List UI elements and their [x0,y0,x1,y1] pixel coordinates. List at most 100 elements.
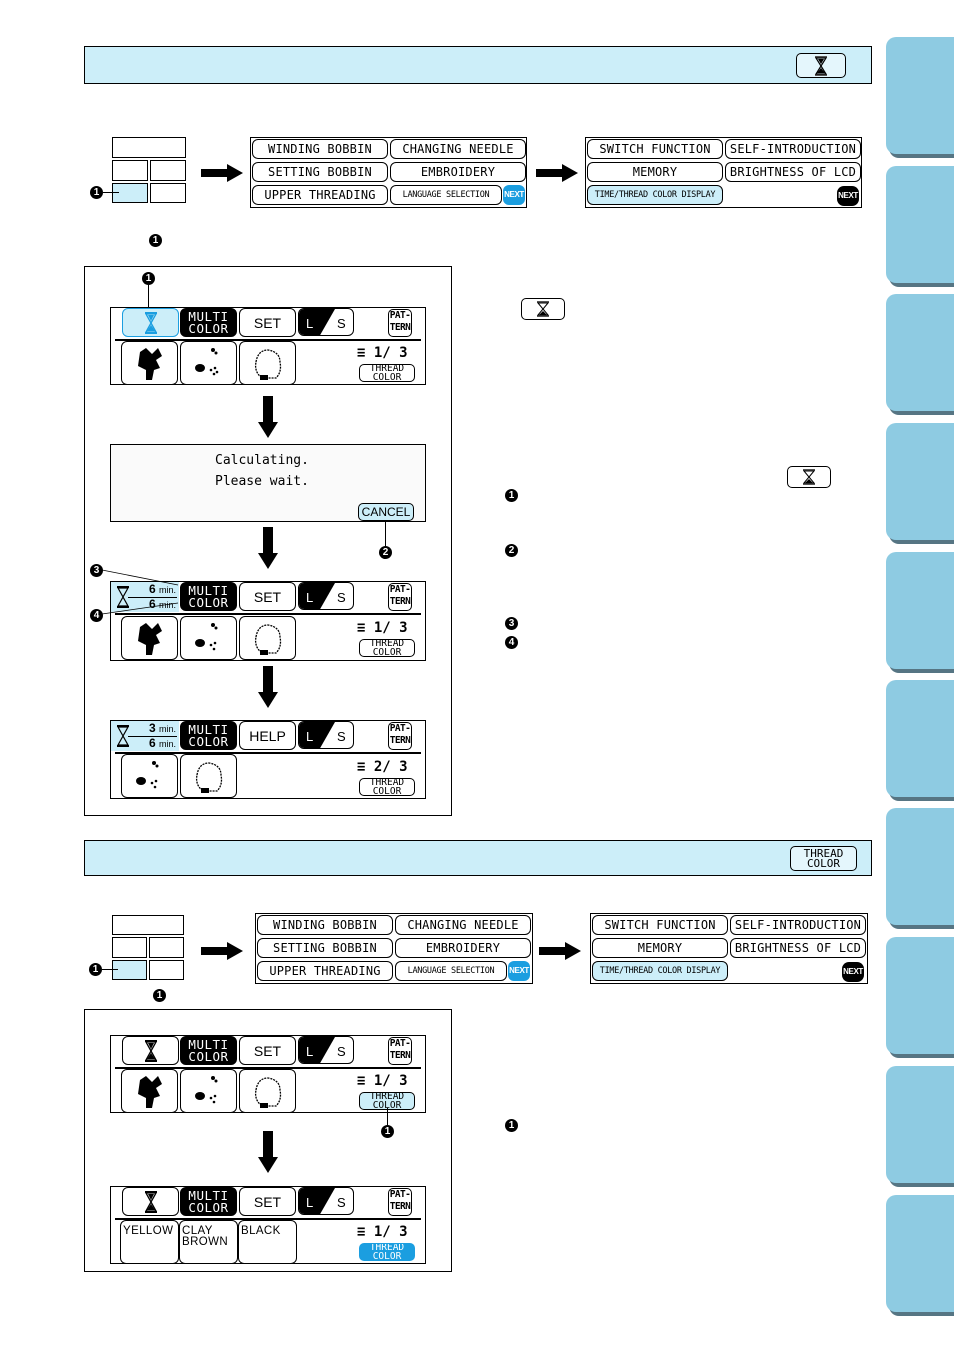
spool-icon: ≡ [357,345,366,361]
multi-color-button[interactable]: MULTI COLOR [180,582,237,611]
spool-icon: ≡ [357,1224,366,1240]
multi-color-button[interactable]: MULTI COLOR [180,1187,237,1216]
side-tab-1[interactable] [886,37,954,154]
pattern-button[interactable]: PAT- TERN [388,583,412,611]
pattern-part-2[interactable] [180,1069,237,1113]
key-cell-settings-highlighted[interactable] [112,960,147,980]
size-toggle-l-s[interactable]: LS [298,1036,354,1064]
next-page-button[interactable]: NEXT [842,962,864,982]
side-tab-5[interactable] [886,552,954,669]
callout-4: 4 [505,636,518,649]
thread-color-button[interactable]: THREAD COLOR [359,364,415,382]
svg-text:L: L [306,316,313,331]
menu-item-upper-threading[interactable]: UPPER THREADING [252,185,388,205]
menu-item-self-introduction[interactable]: SELF-INTRODUCTION [730,915,866,935]
thread-color-button[interactable]: THREAD COLOR [359,778,415,796]
thread-color-clay-brown[interactable]: CLAY BROWN [179,1220,238,1264]
thread-color-button-active[interactable]: THREAD COLOR [359,1243,415,1261]
menu-item-brightness-of-lcd[interactable]: BRIGHTNESS OF LCD [725,162,861,182]
multi-color-button[interactable]: MULTI COLOR [180,1036,237,1065]
thread-color-black[interactable]: BLACK [238,1220,297,1264]
menu-item-memory[interactable]: MEMORY [587,162,723,182]
menu-item-setting-bobbin[interactable]: SETTING BOBBIN [252,162,388,182]
menu-item-self-introduction[interactable]: SELF-INTRODUCTION [725,139,861,159]
size-toggle-l-s[interactable]: LS [298,308,354,336]
side-tab-4[interactable] [886,423,954,540]
menu-item-winding-bobbin[interactable]: WINDING BOBBIN [257,915,393,935]
time-button[interactable] [122,1036,179,1065]
set-button[interactable]: SET [239,1036,296,1065]
lcd-screen-initial: MULTI COLOR SET LS PAT- TERN ≡ 1/ 3 THREAD… [110,307,426,385]
time-remaining: 3 min. [149,721,177,735]
pattern-button[interactable]: PAT- TERN [388,1188,412,1216]
side-tab-8[interactable] [886,937,954,1054]
svg-text:L: L [306,590,313,605]
menu-item-changing-needle[interactable]: CHANGING NEEDLE [395,915,531,935]
time-button-selected[interactable] [122,308,179,337]
arrow-right-icon [201,164,243,182]
thread-color-button[interactable]: THREAD COLOR [359,639,415,657]
color-label: COLOR [806,856,841,870]
color-label: COLOR [188,734,229,749]
menu-item-language-selection[interactable]: LANGUAGE SELECTION [390,185,502,205]
next-page-button[interactable]: NEXT [508,961,530,981]
menu-item-memory[interactable]: MEMORY [592,938,728,958]
menu-item-embroidery[interactable]: EMBROIDERY [395,938,531,958]
counter-value: 1/ 3 [373,1224,408,1240]
menu-item-changing-needle[interactable]: CHANGING NEEDLE [390,139,526,159]
pattern-part-2[interactable] [180,341,237,385]
key-cell-settings-highlighted[interactable] [112,183,148,203]
multi-color-button[interactable]: MULTI COLOR [180,308,237,337]
pattern-button[interactable]: PAT- TERN [388,309,412,337]
spool-icon: ≡ [357,620,366,636]
menu-item-setting-bobbin[interactable]: SETTING BOBBIN [257,938,393,958]
pattern-part-3[interactable] [239,1069,296,1113]
svg-text:S: S [337,1044,346,1059]
set-button[interactable]: SET [239,582,296,611]
side-tab-9[interactable] [886,1066,954,1183]
cancel-button[interactable]: CANCEL [358,503,414,521]
l-s-icon: LS [299,583,346,609]
set-button[interactable]: SET [239,308,296,337]
svg-text:S: S [337,316,346,331]
next-page-button[interactable]: NEXT [837,186,859,206]
menu-item-time-thread-color-display[interactable]: TIME/THREAD COLOR DISPLAY [592,961,728,981]
menu-item-embroidery[interactable]: EMBROIDERY [390,162,526,182]
pattern-button[interactable]: PAT- TERN [388,1037,412,1065]
callout-1: 1 [90,186,103,199]
size-toggle-l-s[interactable]: LS [298,1187,354,1215]
menu-item-upper-threading[interactable]: UPPER THREADING [257,961,393,981]
pattern-part-3[interactable] [239,341,296,385]
embroidery-pattern-icon [136,761,159,789]
side-tab-6[interactable] [886,680,954,797]
pattern-part-2[interactable] [121,754,178,798]
side-tab-7[interactable] [886,808,954,925]
menu-item-switch-function[interactable]: SWITCH FUNCTION [592,915,728,935]
callout-1: 1 [381,1125,394,1138]
set-button[interactable]: SET [239,1187,296,1216]
pattern-button[interactable]: PAT- TERN [388,722,412,750]
side-tab-3[interactable] [886,294,954,411]
size-toggle-l-s[interactable]: LS [298,582,354,610]
time-button[interactable] [122,1187,179,1216]
side-tab-10[interactable] [886,1195,954,1312]
menu-item-winding-bobbin[interactable]: WINDING BOBBIN [252,139,388,159]
pattern-part-3[interactable] [180,754,237,798]
multi-color-button[interactable]: MULTI COLOR [180,721,237,750]
side-tab-2[interactable] [886,166,954,283]
thread-color-yellow[interactable]: YELLOW [120,1220,179,1264]
menu-item-time-thread-color-display[interactable]: TIME/THREAD COLOR DISPLAY [587,185,723,205]
menu-item-switch-function[interactable]: SWITCH FUNCTION [587,139,723,159]
next-page-button[interactable]: NEXT [503,185,525,205]
pat-label: PAT- [389,310,411,321]
help-button[interactable]: HELP [239,721,296,750]
size-toggle-l-s[interactable]: LS [298,721,354,749]
menu-item-brightness-of-lcd[interactable]: BRIGHTNESS OF LCD [730,938,866,958]
pattern-part-1[interactable] [121,341,178,385]
pattern-part-3[interactable] [239,616,296,660]
pattern-part-1[interactable] [121,616,178,660]
menu-item-language-selection[interactable]: LANGUAGE SELECTION [395,961,507,981]
pattern-part-1[interactable] [121,1069,178,1113]
pat-label: PAT- [389,1189,411,1200]
pattern-part-2[interactable] [180,616,237,660]
